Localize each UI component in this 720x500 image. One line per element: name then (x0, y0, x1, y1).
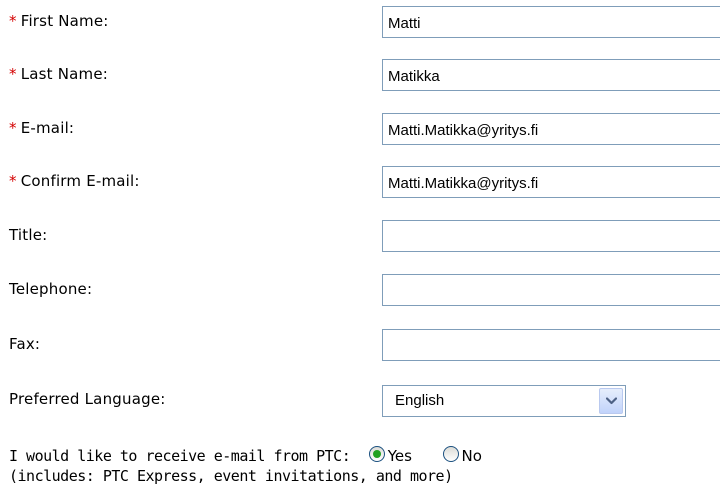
title-label: Title: (9, 226, 48, 244)
telephone-input[interactable] (382, 274, 720, 306)
fax-input[interactable] (382, 329, 720, 361)
email-optin-question-row: I would like to receive e-mail from PTC:… (9, 446, 720, 466)
first-name-label: * First Name: (9, 12, 109, 30)
title-input[interactable] (382, 220, 720, 252)
chevron-down-icon (606, 397, 617, 405)
confirm-email-input[interactable] (382, 166, 720, 198)
email-optin-note: (includes: PTC Express, event invitation… (9, 467, 453, 485)
form-row-telephone: Telephone: (0, 274, 720, 308)
dropdown-button[interactable] (599, 388, 623, 414)
required-marker: * (9, 119, 17, 137)
radio-no[interactable] (442, 446, 459, 462)
email-input[interactable] (382, 113, 720, 145)
radio-yes[interactable] (368, 446, 385, 462)
confirm-email-label: * Confirm E-mail: (9, 172, 140, 190)
form-row-confirm-email: * Confirm E-mail: (0, 166, 720, 200)
preferred-language-value: English (395, 392, 445, 409)
form-row-last-name: * Last Name: (0, 59, 720, 93)
required-marker: * (9, 12, 17, 30)
form-row-email: * E-mail: (0, 113, 720, 147)
preferred-language-select[interactable]: English (382, 385, 626, 417)
first-name-label-text: First Name: (20, 12, 109, 30)
email-optin: I would like to receive e-mail from PTC:… (9, 446, 720, 486)
required-marker: * (9, 172, 17, 190)
last-name-label: * Last Name: (9, 65, 108, 83)
last-name-label-text: Last Name: (20, 65, 109, 83)
form-row-fax: Fax: (0, 329, 720, 363)
telephone-label: Telephone: (9, 280, 93, 298)
confirm-email-label-text: Confirm E-mail: (20, 172, 140, 190)
email-optin-question: I would like to receive e-mail from PTC: (9, 447, 351, 465)
first-name-input[interactable] (382, 6, 720, 38)
fax-label: Fax: (9, 335, 41, 353)
email-label-text: E-mail: (20, 119, 75, 137)
preferred-language-label: Preferred Language: (9, 390, 166, 408)
form-row-first-name: * First Name: (0, 6, 720, 40)
radio-no-label[interactable]: No (462, 447, 482, 465)
email-label: * E-mail: (9, 119, 74, 137)
radio-yes-label[interactable]: Yes (388, 447, 412, 465)
required-marker: * (9, 65, 17, 83)
last-name-input[interactable] (382, 59, 720, 91)
form-row-title: Title: (0, 220, 720, 254)
